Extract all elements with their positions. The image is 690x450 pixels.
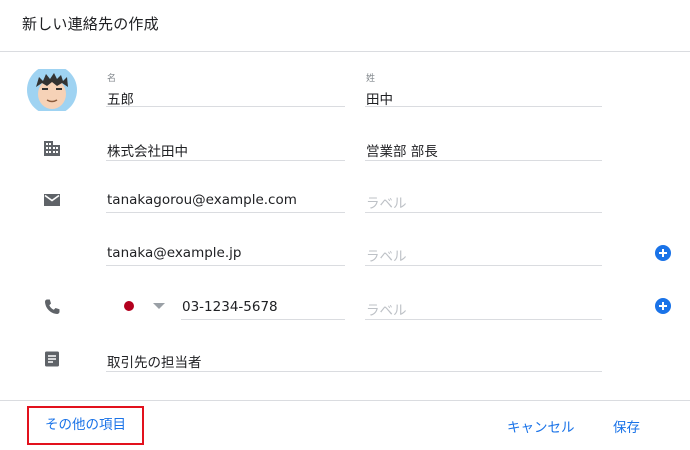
add-email-button[interactable]: [655, 245, 671, 261]
avatar[interactable]: [27, 69, 77, 111]
email-label-field[interactable]: ラベル: [365, 177, 602, 213]
notes-icon: [45, 351, 59, 367]
email-field[interactable]: tanakagorou@example.com: [106, 177, 345, 213]
job-title-value: 営業部 部長: [366, 144, 438, 160]
email-label-placeholder: ラベル: [366, 196, 407, 212]
add-phone-button[interactable]: [655, 298, 671, 314]
mail-icon: [44, 194, 60, 206]
last-name-field[interactable]: 姓 田中: [365, 71, 602, 108]
japan-flag-icon[interactable]: [124, 301, 134, 311]
email-field-2[interactable]: tanaka@example.jp: [106, 230, 345, 266]
company-field[interactable]: 株式会社田中: [106, 125, 345, 161]
last-name-value: 田中: [366, 92, 393, 108]
building-icon: [44, 141, 60, 156]
notes-field[interactable]: 取引先の担当者: [106, 336, 602, 372]
job-title-field[interactable]: 営業部 部長: [365, 125, 602, 161]
more-fields-button[interactable]: その他の項目: [27, 406, 144, 445]
email-label-field-2[interactable]: ラベル: [365, 230, 602, 266]
email-value-2: tanaka@example.jp: [107, 245, 242, 261]
phone-icon: [45, 299, 60, 314]
first-name-label: 名: [107, 74, 117, 84]
dialog-header: 新しい連絡先の作成: [0, 0, 690, 52]
notes-value: 取引先の担当者: [107, 355, 202, 371]
email-label-placeholder-2: ラベル: [366, 249, 407, 265]
save-button[interactable]: 保存: [613, 416, 640, 436]
phone-label-placeholder: ラベル: [366, 303, 407, 319]
first-name-value: 五郎: [107, 92, 134, 108]
phone-label-field[interactable]: ラベル: [365, 284, 602, 320]
chevron-down-icon[interactable]: [153, 303, 165, 309]
email-value: tanakagorou@example.com: [107, 192, 297, 208]
phone-value: 03-1234-5678: [182, 299, 278, 315]
company-value: 株式会社田中: [107, 144, 188, 160]
dialog-title: 新しい連絡先の作成: [22, 15, 159, 33]
phone-field[interactable]: 03-1234-5678: [181, 284, 345, 320]
first-name-field[interactable]: 名 五郎: [106, 71, 345, 108]
cancel-button[interactable]: キャンセル: [507, 416, 575, 436]
last-name-label: 姓: [366, 74, 376, 84]
